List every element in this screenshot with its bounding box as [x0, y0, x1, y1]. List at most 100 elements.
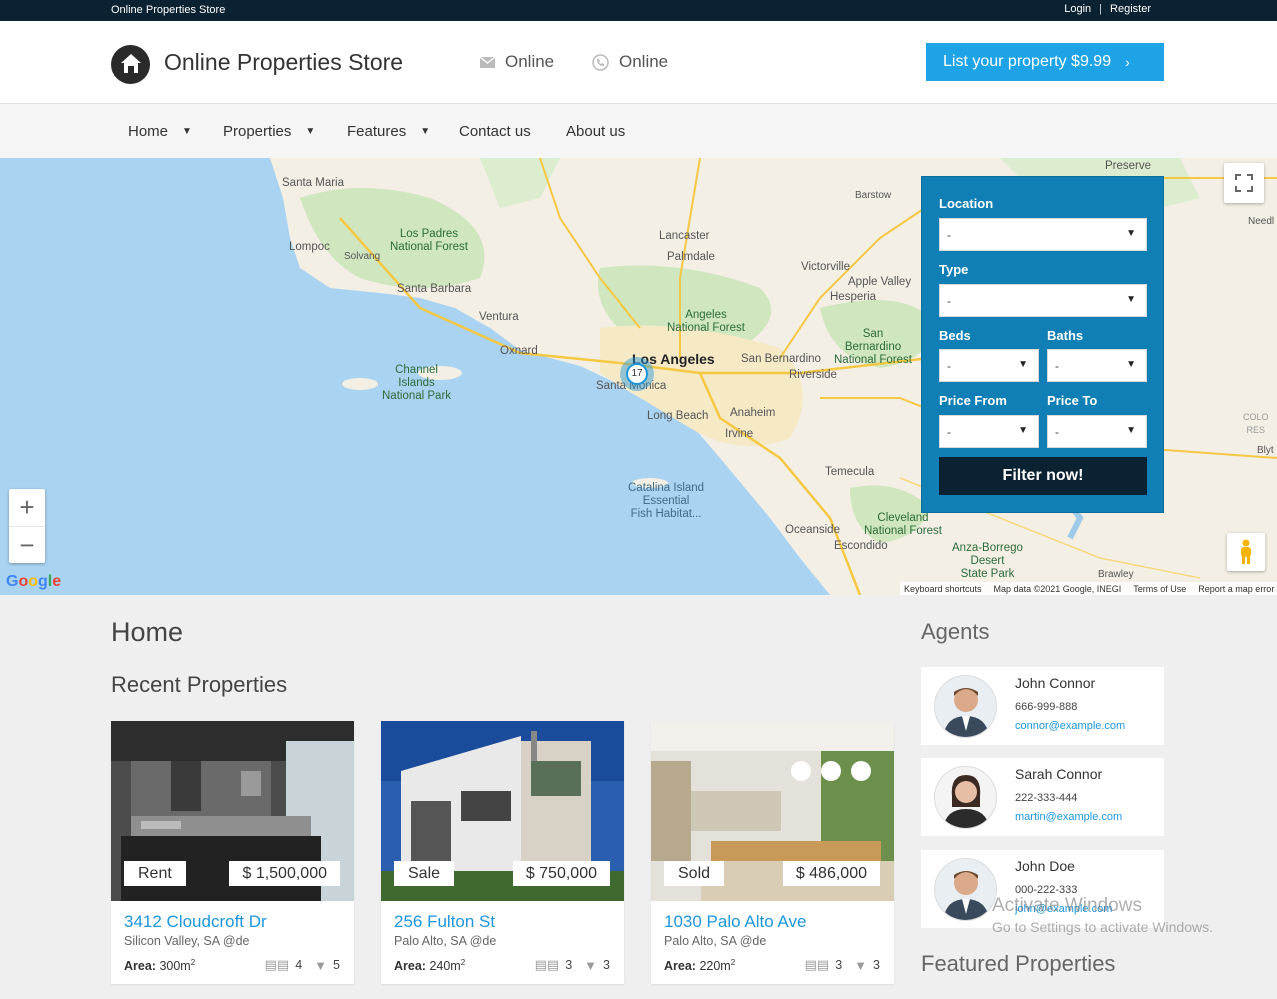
site-header: Online Properties Store Online Online Li…: [0, 21, 1277, 103]
baths-count: 3: [873, 958, 880, 972]
auth-separator: |: [1099, 3, 1103, 15]
baths-count: 3: [603, 958, 610, 972]
price-from-value: -: [947, 424, 951, 439]
agent-card[interactable]: Sarah Connor 222-333-444 martin@example.…: [921, 758, 1164, 836]
agent-phone: 222-333-444: [1015, 792, 1078, 804]
agent-card[interactable]: John Connor 666-999-888 connor@example.c…: [921, 667, 1164, 745]
filter-now-button[interactable]: Filter now!: [939, 457, 1147, 495]
zoom-in-button[interactable]: +: [9, 489, 45, 526]
agent-email-link[interactable]: martin@example.com: [1015, 811, 1122, 823]
property-card[interactable]: Sale $ 750,000 256 Fulton St Palo Alto, …: [381, 721, 624, 984]
agent-name[interactable]: John Connor: [1015, 675, 1095, 691]
map-label: Cleveland National Forest: [864, 512, 942, 537]
avatar[interactable]: [934, 766, 997, 829]
avatar[interactable]: [934, 858, 997, 921]
watermark-title: Activate Windows: [992, 895, 1142, 916]
nav-item-home[interactable]: Home ▼: [128, 123, 192, 140]
register-link[interactable]: Register: [1110, 3, 1151, 15]
map-cluster-marker[interactable]: 17: [620, 357, 654, 391]
beds-count: 4: [295, 958, 303, 972]
map-label: Needl: [1248, 216, 1275, 227]
nav-item-label: Features: [347, 123, 407, 140]
type-select[interactable]: - ▼: [939, 284, 1147, 317]
nav-item-contact[interactable]: Contact us: [459, 123, 531, 140]
property-card[interactable]: Rent $ 1,500,000 3412 Cloudcroft Dr Sili…: [111, 721, 354, 984]
terms-link[interactable]: Terms of Use: [1133, 584, 1186, 594]
windows-activation-watermark: Activate Windows Go to Settings to activ…: [992, 895, 1213, 935]
featured-properties-title: Featured Properties: [921, 951, 1116, 976]
beds-count: 3: [835, 958, 843, 972]
report-error-link[interactable]: Report a map error: [1198, 584, 1274, 594]
location-value: -: [947, 227, 951, 242]
contact-email: Online: [480, 52, 554, 72]
agent-photo: [935, 676, 996, 737]
bed-icon: ▤▤: [534, 957, 560, 972]
street-view-pegman[interactable]: [1227, 533, 1265, 571]
map-footer: Keyboard shortcuts Map data ©2021 Google…: [900, 582, 1277, 595]
site-logo[interactable]: [111, 45, 150, 84]
property-city: Silicon Valley, SA @de: [124, 934, 250, 948]
nav-item-about[interactable]: About us: [566, 123, 625, 140]
shower-icon: ▼: [584, 957, 598, 973]
property-address-link[interactable]: 3412 Cloudcroft Dr: [124, 912, 267, 932]
agent-email-link[interactable]: connor@example.com: [1015, 720, 1125, 732]
map-label: Oxnard: [500, 345, 538, 357]
property-area: Area: 240m2: [394, 958, 466, 974]
agent-name[interactable]: Sarah Connor: [1015, 766, 1102, 782]
list-property-button[interactable]: List your property $9.99 ›: [926, 43, 1164, 81]
map-label: Barstow: [855, 190, 892, 201]
map-label: Los Padres National Forest: [390, 228, 468, 253]
site-title[interactable]: Online Properties Store: [164, 49, 403, 76]
page-title: Home: [111, 617, 184, 647]
map-label: Catalina Island Essential Fish Habitat..…: [628, 482, 705, 520]
map-label: Palmdale: [667, 251, 715, 263]
watermark-subtitle: Go to Settings to activate Windows.: [992, 919, 1213, 935]
avatar[interactable]: [934, 675, 997, 738]
shower-icon: ▼: [314, 957, 328, 973]
price-to-select[interactable]: - ▼: [1047, 415, 1147, 448]
chevron-down-icon: ▼: [1126, 425, 1136, 436]
map-label: Temecula: [825, 466, 875, 478]
fullscreen-button[interactable]: [1224, 163, 1264, 203]
property-address-link[interactable]: 256 Fulton St: [394, 912, 495, 932]
nav-item-label: Home: [128, 123, 169, 140]
contact-phone-text: Online: [619, 52, 669, 71]
area-label: Area:: [394, 959, 426, 974]
login-link[interactable]: Login: [1064, 3, 1091, 15]
property-address-link[interactable]: 1030 Palo Alto Ave: [664, 912, 806, 932]
google-logo[interactable]: Google: [6, 573, 61, 591]
contact-email-text: Online: [505, 52, 555, 71]
chevron-right-icon: ›: [1125, 54, 1130, 70]
topbar-brand: Online Properties Store: [111, 4, 226, 16]
nav-item-properties[interactable]: Properties ▼: [223, 123, 315, 140]
map-label: Solvang: [344, 251, 381, 262]
property-area: Area: 220m2: [664, 958, 736, 974]
beds-select[interactable]: - ▼: [939, 349, 1039, 382]
filter-panel: Location - ▼ Type - ▼ Beds - ▼ Baths - ▼…: [921, 176, 1164, 513]
map-label: Oceanside: [785, 524, 840, 536]
nav-item-label: Contact us: [459, 123, 531, 140]
location-label: Location: [939, 196, 994, 211]
zoom-out-button[interactable]: −: [9, 527, 45, 564]
chevron-down-icon: ▼: [305, 126, 316, 137]
chevron-down-icon: ▼: [182, 126, 192, 137]
agents-title: Agents: [921, 619, 990, 644]
map-label: Channel Islands National Park: [382, 364, 452, 402]
baths-select[interactable]: - ▼: [1047, 349, 1147, 382]
beds-count: 3: [565, 958, 573, 972]
location-select[interactable]: - ▼: [939, 218, 1147, 251]
top-bar: Online Properties Store Login | Register: [0, 0, 1277, 21]
property-card[interactable]: Sold $ 486,000 1030 Palo Alto Ave Palo A…: [651, 721, 894, 984]
bed-icon: ▤▤: [804, 957, 830, 972]
price-from-select[interactable]: - ▼: [939, 415, 1039, 448]
property-amenities: ▤▤ 4 ▼ 5: [265, 957, 340, 973]
agent-name[interactable]: John Doe: [1015, 858, 1075, 874]
map-label: Preserve: [1105, 160, 1152, 172]
area-value: 220m: [699, 959, 731, 974]
map-label: Santa Barbara: [397, 283, 472, 295]
agent-photo: [935, 767, 996, 828]
nav-item-features[interactable]: Features ▼: [347, 123, 430, 140]
keyboard-shortcuts-link[interactable]: Keyboard shortcuts: [904, 584, 982, 594]
fullscreen-icon: [1235, 174, 1253, 192]
map-zoom-control: + −: [9, 489, 45, 563]
